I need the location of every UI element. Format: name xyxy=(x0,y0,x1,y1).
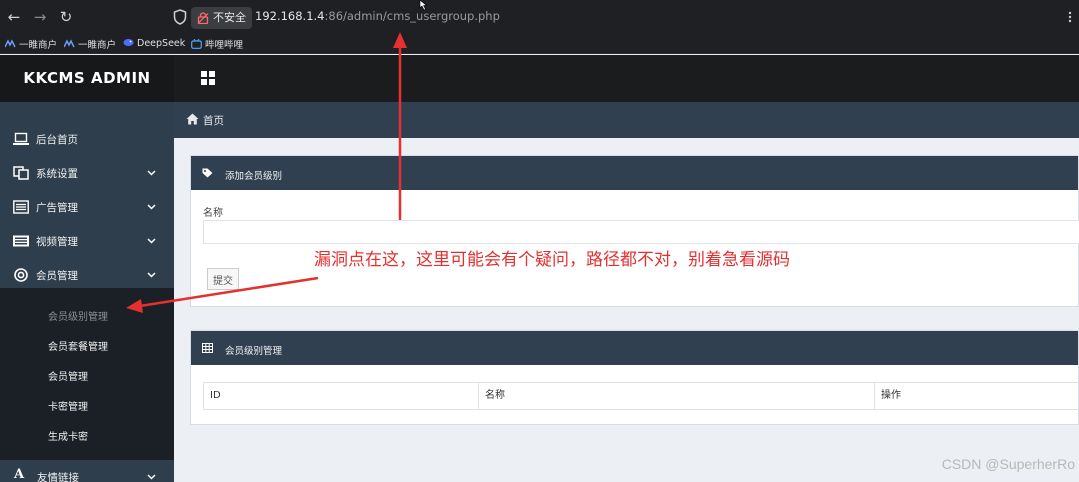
extensions-icon[interactable] xyxy=(1067,11,1073,23)
mouse-cursor-icon xyxy=(419,0,428,10)
sidebar-item-label: 系统设置 xyxy=(36,168,78,180)
chevron-down-icon xyxy=(147,474,156,480)
bookmark-label: 哔哩哔哩 xyxy=(205,40,244,51)
film-icon xyxy=(13,235,29,247)
forward-button[interactable]: → xyxy=(30,7,50,27)
sidebar: 后台首页 系统设置 广告管理 视频管理 会员管理 会员级别管理 会员套餐管理 会… xyxy=(0,102,174,482)
sidebar-item-system-settings[interactable]: 系统设置 xyxy=(0,156,174,190)
annotation-text: 漏洞点在这，这里可能会有个疑问，路径都不对，别着急看源码 xyxy=(314,250,790,270)
bookmark-item[interactable]: 一睢商户 xyxy=(64,37,116,51)
font-icon: A xyxy=(14,467,25,482)
panel-title: 添加会员级别 xyxy=(225,171,283,182)
bookmark-item[interactable]: 一睢商户 xyxy=(5,37,57,51)
column-header-actions: 操作 xyxy=(881,390,901,401)
sidebar-item-label: 广告管理 xyxy=(36,202,78,214)
submenu-item-members[interactable]: 会员管理 xyxy=(48,368,88,383)
panel-title: 会员级别管理 xyxy=(225,346,283,357)
submenu-item-member-packages[interactable]: 会员套餐管理 xyxy=(48,338,108,353)
name-field[interactable] xyxy=(203,220,1079,244)
sidebar-item-dashboard[interactable]: 后台首页 xyxy=(0,122,174,156)
add-member-level-panel: 添加会员级别 名称 提交 xyxy=(190,155,1079,307)
sidebar-item-label: 会员管理 xyxy=(36,270,78,282)
bookmarks-bar: 一睢商户 一睢商户 DeepSeek 哔哩哔哩 xyxy=(0,34,1079,54)
submenu-item-generate-keys[interactable]: 生成卡密 xyxy=(48,428,88,443)
chevron-down-icon xyxy=(147,170,156,176)
reload-button[interactable]: ↻ xyxy=(56,7,76,27)
url-path: :86/admin/cms_usergroup.php xyxy=(324,9,500,23)
bilibili-tv-icon xyxy=(191,39,202,49)
home-icon xyxy=(186,113,199,125)
tag-icon xyxy=(202,168,213,178)
name-field-label: 名称 xyxy=(203,208,223,219)
panel-header: 添加会员级别 xyxy=(191,156,1078,190)
chevron-down-icon xyxy=(147,238,156,244)
sidebar-item-label: 视频管理 xyxy=(36,236,78,248)
bookmark-item[interactable]: DeepSeek xyxy=(123,37,185,49)
submenu-item-member-levels[interactable]: 会员级别管理 xyxy=(48,308,108,323)
watermark: CSDN @SuperherRo xyxy=(941,456,1075,472)
sidebar-item-video[interactable]: 视频管理 xyxy=(0,224,174,258)
submenu-item-card-keys[interactable]: 卡密管理 xyxy=(48,398,88,413)
table-icon xyxy=(202,343,213,353)
chevron-down-icon xyxy=(147,272,156,278)
member-level-list-panel: 会员级别管理 ID 名称 操作 xyxy=(190,330,1079,425)
lifebuoy-icon xyxy=(14,268,28,282)
bookmark-logo-icon xyxy=(5,39,16,48)
sidebar-item-ads[interactable]: 广告管理 xyxy=(0,190,174,224)
back-button[interactable]: ← xyxy=(4,7,24,27)
list-icon xyxy=(13,200,29,214)
admin-logo: KKCMS ADMIN xyxy=(0,55,174,102)
bookmark-logo-icon xyxy=(64,39,75,48)
broken-lock-icon xyxy=(197,12,209,24)
deepseek-whale-icon xyxy=(123,39,134,46)
sidebar-item-label: 后台首页 xyxy=(36,134,78,146)
bookmark-label: DeepSeek xyxy=(137,38,186,49)
breadcrumb: 首页 xyxy=(174,102,1079,138)
sidebar-item-members[interactable]: 会员管理 xyxy=(0,258,174,292)
bookmark-label: 一睢商户 xyxy=(19,40,58,51)
insecure-label: 不安全 xyxy=(213,11,246,24)
bookmark-label: 一睢商户 xyxy=(78,40,117,51)
sidebar-item-friend-links[interactable]: A 友情链接 xyxy=(0,460,174,482)
panel-header: 会员级别管理 xyxy=(191,331,1078,365)
address-bar[interactable]: 192.168.1.4:86/admin/cms_usergroup.php xyxy=(255,9,500,23)
admin-header: KKCMS ADMIN xyxy=(0,55,1079,102)
browser-toolbar: ← → ↻ 不安全 192.168.1.4:86/admin/cms_userg… xyxy=(0,0,1079,34)
sidebar-item-label: 友情链接 xyxy=(37,472,79,482)
chevron-down-icon xyxy=(147,204,156,210)
breadcrumb-home-link[interactable]: 首页 xyxy=(203,113,224,128)
grid-menu-icon[interactable] xyxy=(201,71,215,85)
site-info-button[interactable]: 不安全 xyxy=(191,7,252,29)
column-header-id: ID xyxy=(204,383,479,409)
laptop-icon xyxy=(13,132,29,145)
member-level-table: ID 名称 操作 xyxy=(203,382,1079,410)
settings-copy-icon xyxy=(13,166,29,180)
column-header-name: 名称 xyxy=(479,383,875,409)
submit-button[interactable]: 提交 xyxy=(207,268,239,290)
members-submenu: 会员级别管理 会员套餐管理 会员管理 卡密管理 生成卡密 xyxy=(0,288,174,460)
shield-icon[interactable] xyxy=(173,9,187,25)
bookmark-item[interactable]: 哔哩哔哩 xyxy=(191,37,243,51)
url-host: 192.168.1.4 xyxy=(255,9,325,23)
